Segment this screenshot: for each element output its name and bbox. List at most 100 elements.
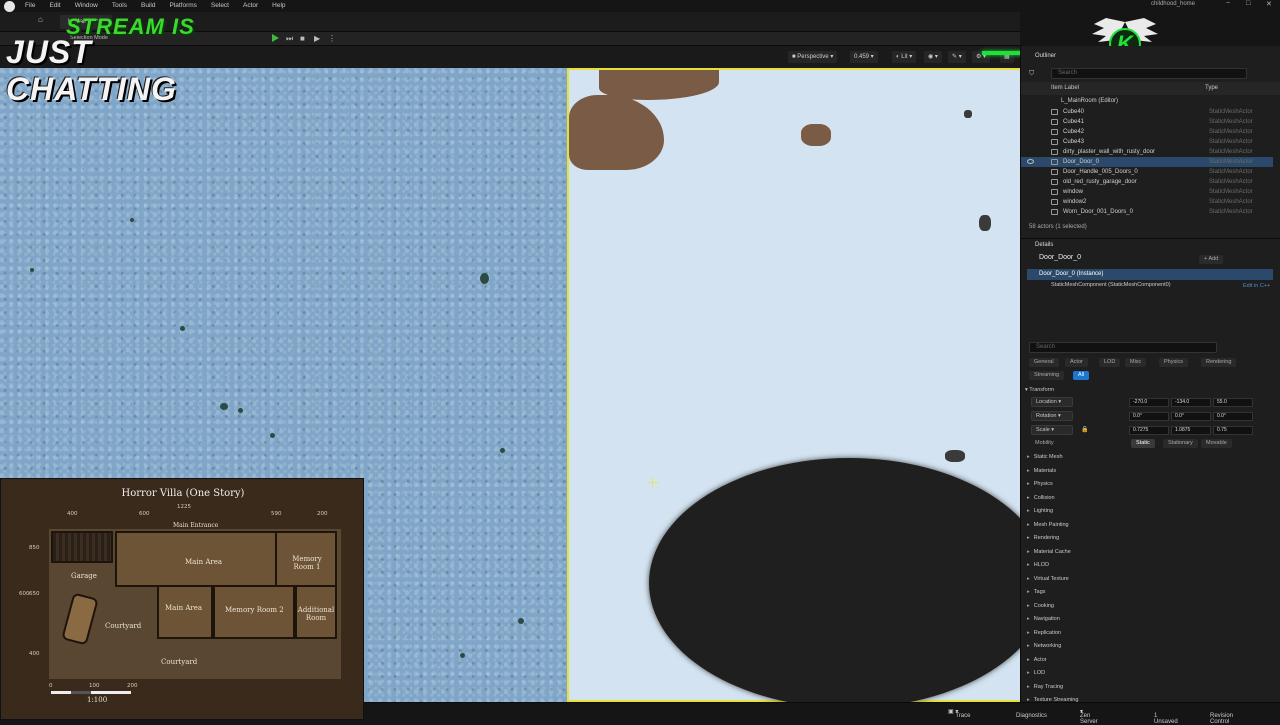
category-static-mesh[interactable]: Static Mesh xyxy=(1027,454,1063,460)
launch-icon[interactable]: ▶ xyxy=(314,34,320,43)
location-x-field[interactable]: -270.0 xyxy=(1129,398,1169,407)
col-type[interactable]: Type xyxy=(1205,82,1218,95)
outliner-row[interactable]: window StaticMeshActor xyxy=(1021,187,1273,197)
selected-door-mesh[interactable] xyxy=(567,68,1020,702)
outliner-row[interactable]: Cube41 StaticMeshActor xyxy=(1021,117,1273,127)
stop-icon[interactable]: ■ xyxy=(300,34,305,43)
outliner-row[interactable]: dirty_plaster_wall_with_rusty_door Static… xyxy=(1021,147,1273,157)
menu-item-tools[interactable]: Tools xyxy=(105,0,134,12)
wall-stain xyxy=(30,268,34,272)
category-navigation[interactable]: Navigation xyxy=(1027,616,1060,622)
fov-button[interactable]: 0.459 ▾ xyxy=(850,51,878,63)
category-lighting[interactable]: Lighting xyxy=(1027,508,1053,514)
category-replication[interactable]: Replication xyxy=(1027,630,1061,636)
mobility-static[interactable]: Static xyxy=(1131,439,1155,448)
rotation-y-field[interactable]: 0.0° xyxy=(1171,412,1211,421)
category-lod[interactable]: LOD xyxy=(1027,670,1045,676)
minimize-button[interactable]: − xyxy=(1226,0,1230,7)
close-window-button[interactable]: ✕ xyxy=(1266,0,1272,8)
category-actor[interactable]: Actor xyxy=(1027,657,1047,663)
category-ray-tracing[interactable]: Ray Tracing xyxy=(1027,684,1063,690)
trace-button[interactable]: ▣ Trace ▾ xyxy=(948,708,970,719)
outliner-row[interactable]: Worn_Door_001_Doors_0 StaticMeshActor xyxy=(1021,207,1273,217)
category-mesh-painting[interactable]: Mesh Painting xyxy=(1027,522,1069,528)
location-y-field[interactable]: -134.0 xyxy=(1171,398,1211,407)
menu-item-window[interactable]: Window xyxy=(68,0,105,12)
show-flags-icon[interactable]: ◉ ▾ xyxy=(924,51,942,63)
visibility-eye-icon[interactable] xyxy=(1027,159,1034,164)
category-physics[interactable]: Physics xyxy=(1027,481,1053,487)
filter-lod[interactable]: LOD xyxy=(1099,358,1121,367)
outliner-row[interactable]: Door_Door_0 StaticMeshActor xyxy=(1021,157,1273,167)
details-search-placeholder: Search xyxy=(1036,344,1056,350)
menu-item-build[interactable]: Build xyxy=(134,0,162,12)
lock-icon[interactable]: 🔒 xyxy=(1081,426,1088,433)
edit-in-cpp-link[interactable]: Edit in C++ xyxy=(1243,283,1270,289)
tab-details[interactable]: Details xyxy=(1035,239,1053,251)
category-rendering[interactable]: Rendering xyxy=(1027,535,1059,541)
play-icon[interactable] xyxy=(272,34,279,42)
category-material-cache[interactable]: Material Cache xyxy=(1027,549,1071,555)
scale-dropdown[interactable]: Scale ▾ xyxy=(1031,425,1073,435)
component-row[interactable]: StaticMeshComponent (StaticMeshComponent… xyxy=(1051,282,1171,288)
col-item-label[interactable]: Item Label xyxy=(1051,82,1079,95)
outliner-root[interactable]: L_MainRoom (Editor) xyxy=(1021,96,1273,106)
rotation-z-field[interactable]: 0.0° xyxy=(1213,412,1253,421)
category-collision[interactable]: Collision xyxy=(1027,495,1055,501)
filter-rendering[interactable]: Rendering xyxy=(1201,358,1237,367)
more-options-icon[interactable]: ⋮ xyxy=(328,34,336,43)
category-materials[interactable]: Materials xyxy=(1027,468,1056,474)
category-tags[interactable]: Tags xyxy=(1027,589,1046,595)
rotation-dropdown[interactable]: Rotation ▾ xyxy=(1031,411,1073,421)
details-search-input[interactable]: Search xyxy=(1029,342,1217,353)
filter-actor[interactable]: Actor xyxy=(1065,358,1088,367)
menu-item-edit[interactable]: Edit xyxy=(42,0,67,12)
filter-general[interactable]: General xyxy=(1029,358,1059,367)
add-component-button[interactable]: + Add xyxy=(1199,255,1224,264)
outliner-row[interactable]: Cube40 StaticMeshActor xyxy=(1021,107,1273,117)
menu-item-platforms[interactable]: Platforms xyxy=(162,0,203,12)
outliner-row[interactable]: old_red_rusty_garage_door StaticMeshActor xyxy=(1021,177,1273,187)
menu-item-actor[interactable]: Actor xyxy=(236,0,265,12)
transform-section[interactable]: ▾ Transform xyxy=(1025,384,1277,396)
outliner-search-input[interactable]: Search xyxy=(1051,68,1247,79)
dark-hole xyxy=(649,458,1020,702)
category-networking[interactable]: Networking xyxy=(1027,643,1062,649)
filter-streaming[interactable]: Streaming xyxy=(1029,371,1065,380)
outliner-row[interactable]: window2 StaticMeshActor xyxy=(1021,197,1273,207)
menu-item-file[interactable]: File xyxy=(18,0,42,12)
scale-z-field[interactable]: 0.75 xyxy=(1213,426,1253,435)
mobility-stationary[interactable]: Stationary xyxy=(1163,439,1198,448)
location-dropdown[interactable]: Location ▾ xyxy=(1031,397,1073,407)
category-virtual-texture[interactable]: Virtual Texture xyxy=(1027,576,1069,582)
menu-item-help[interactable]: Help xyxy=(265,0,292,12)
transform-tools-icon[interactable]: ✎ ▾ xyxy=(948,51,966,63)
step-icon[interactable]: ⏭ xyxy=(286,34,293,44)
instance-row[interactable]: Door_Door_0 (Instance) xyxy=(1027,269,1273,280)
unreal-logo-icon[interactable] xyxy=(0,0,18,12)
outliner-row[interactable]: Cube42 StaticMeshActor xyxy=(1021,127,1273,137)
wall-stain xyxy=(238,408,243,413)
mobility-movable[interactable]: Movable xyxy=(1201,439,1232,448)
filter-physics[interactable]: Physics xyxy=(1159,358,1188,367)
lit-button[interactable]: ◐ Lit ▾ xyxy=(892,51,917,63)
filter-all[interactable]: All xyxy=(1073,371,1090,380)
scale-x-field[interactable]: 0.7275 xyxy=(1129,426,1169,435)
label-memory-room-1: Memory Room 1 xyxy=(292,555,322,571)
outliner-item-label: Worn_Door_001_Doors_0 xyxy=(1063,209,1133,215)
filter-icon[interactable]: ⛉ xyxy=(1029,70,1034,78)
rotation-x-field[interactable]: 0.0° xyxy=(1129,412,1169,421)
zen-server-button[interactable]: Zen Server ▾ xyxy=(1080,708,1098,725)
outliner-row[interactable]: Door_Handle_005_Doors_0 StaticMeshActor xyxy=(1021,167,1273,177)
category-hlod[interactable]: HLOD xyxy=(1027,562,1049,568)
perspective-label: Perspective xyxy=(797,54,829,60)
category-cooking[interactable]: Cooking xyxy=(1027,603,1054,609)
location-z-field[interactable]: 55.0 xyxy=(1213,398,1253,407)
outliner-row[interactable]: Cube43 StaticMeshActor xyxy=(1021,137,1273,147)
maximize-button[interactable]: □ xyxy=(1246,0,1250,7)
perspective-button[interactable]: ■ Perspective ▾ xyxy=(788,51,838,63)
scale-y-field[interactable]: 1.0875 xyxy=(1171,426,1211,435)
filter-misc[interactable]: Misc xyxy=(1125,358,1147,367)
tab-outliner[interactable]: Outliner xyxy=(1035,50,1056,62)
menu-item-select[interactable]: Select xyxy=(204,0,236,12)
